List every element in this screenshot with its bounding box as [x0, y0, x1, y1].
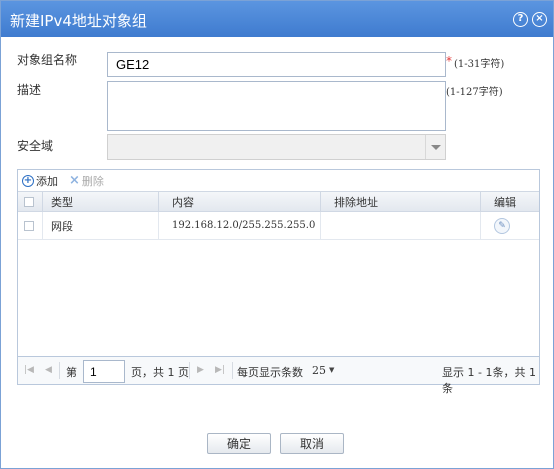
col-header-edit: 编辑	[494, 195, 516, 209]
desc-label: 描述	[17, 83, 42, 97]
col-divider	[320, 192, 321, 211]
prev-page-icon[interactable]: ◀	[45, 365, 52, 375]
required-marker: *	[446, 54, 452, 68]
first-page-icon[interactable]: |◀	[24, 365, 34, 375]
name-field-box	[107, 52, 446, 77]
zone-label: 安全域	[17, 139, 54, 153]
col-divider	[42, 212, 43, 239]
col-header-type[interactable]: 类型	[51, 192, 73, 211]
pager-divider	[232, 362, 233, 379]
last-page-icon[interactable]: ▶|	[215, 365, 225, 375]
pager-divider	[59, 362, 60, 379]
page-input[interactable]	[84, 361, 124, 382]
dialog: 新建IPv4地址对象组 ? × 对象组名称 * (1-31字符) 描述 (1-1…	[0, 0, 554, 469]
desc-field-box	[107, 81, 446, 131]
chevron-down-icon[interactable]	[425, 135, 445, 159]
col-header-exclude[interactable]: 排除地址	[334, 192, 378, 211]
add-button[interactable]: + 添加	[22, 173, 58, 189]
name-hint: (1-31字符)	[454, 59, 505, 70]
help-icon[interactable]: ?	[513, 12, 528, 27]
name-input[interactable]	[108, 53, 445, 76]
delete-label: 删除	[81, 175, 104, 188]
header-checkbox-cell	[24, 192, 34, 211]
zone-select[interactable]	[107, 134, 446, 160]
grid-toolbar: + 添加 × 删除	[18, 170, 539, 191]
col-divider	[158, 192, 159, 211]
cell-edit: ✎	[494, 212, 510, 239]
dialog-titlebar[interactable]: 新建IPv4地址对象组 ? ×	[1, 1, 553, 37]
cell-type: 网段	[51, 219, 73, 233]
title-icons: ? ×	[513, 12, 547, 27]
per-page-label: 每页显示条数	[237, 366, 303, 379]
col-divider	[320, 212, 321, 239]
name-label: 对象组名称	[17, 53, 78, 67]
pager-summary: 显示 1 - 1条，共 1 条	[442, 366, 536, 395]
ok-button[interactable]: 确定	[207, 433, 271, 454]
pager-divider	[189, 362, 190, 379]
cell-content: 192.168.12.0/255.255.255.0	[172, 220, 316, 231]
pencil-icon[interactable]: ✎	[494, 217, 510, 234]
grid-header: 类型 内容 排除地址 编辑	[18, 191, 539, 212]
desc-input[interactable]	[108, 82, 445, 130]
row-checkbox-cell	[24, 212, 34, 239]
table-row[interactable]: 网段 192.168.12.0/255.255.255.0 ✎	[18, 212, 539, 240]
delete-button[interactable]: × 删除	[69, 173, 104, 189]
select-all-checkbox[interactable]	[24, 196, 34, 207]
per-page-select[interactable]: 25	[312, 364, 326, 377]
member-grid: + 添加 × 删除 类型 内容 排除地址 编辑 网段 192.168.12.0/…	[17, 169, 540, 395]
page-input-box	[83, 360, 125, 383]
add-label: 添加	[36, 175, 58, 188]
add-icon: +	[22, 175, 34, 187]
desc-hint: (1-127字符)	[446, 87, 503, 98]
close-icon[interactable]: ×	[532, 12, 547, 27]
cancel-button[interactable]: 取消	[280, 433, 344, 454]
page-suffix: 页，共 1 页	[131, 366, 189, 379]
page-prefix: 第	[66, 366, 77, 379]
col-divider	[42, 192, 43, 211]
col-divider	[480, 192, 481, 211]
dialog-title: 新建IPv4地址对象组	[10, 12, 147, 30]
delete-icon: ×	[69, 173, 80, 188]
row-checkbox[interactable]	[24, 220, 34, 231]
col-divider	[158, 212, 159, 239]
caret-down-icon[interactable]: ▼	[329, 366, 334, 374]
col-divider	[480, 212, 481, 239]
col-header-content[interactable]: 内容	[172, 192, 194, 211]
next-page-icon[interactable]: ▶	[197, 365, 204, 375]
pager: |◀ ◀ 第 页，共 1 页 ▶ ▶| 每页显示条数 25 ▼ 显示 1 - 1…	[18, 356, 539, 395]
